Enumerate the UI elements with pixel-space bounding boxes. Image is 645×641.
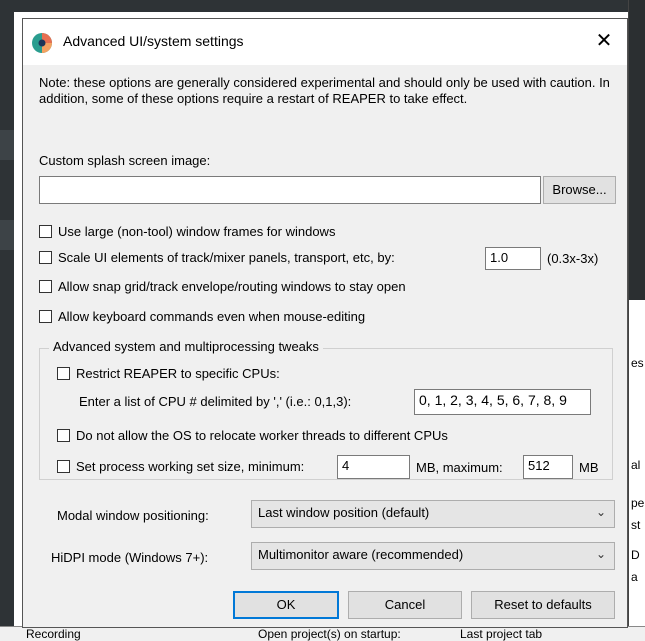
checkbox[interactable] <box>57 429 70 443</box>
option-label: Allow snap grid/track envelope/routing w… <box>58 279 406 295</box>
hidpi-value: Multimonitor aware (recommended) <box>258 547 464 562</box>
modal-position-select[interactable]: Last window position (default) ⌄ <box>251 500 615 528</box>
option-working-set[interactable]: Set process working set size, minimum: <box>57 458 304 476</box>
modal-position-label: Modal window positioning: <box>57 508 209 523</box>
option-scale-ui[interactable]: Scale UI elements of track/mixer panels,… <box>39 249 395 267</box>
bg-text-fragment: Open project(s) on startup: <box>258 627 401 641</box>
dialog-title: Advanced UI/system settings <box>63 33 244 49</box>
option-restrict-cpus[interactable]: Restrict REAPER to specific CPUs: <box>57 365 280 383</box>
bg-text-fragment: al <box>631 458 641 472</box>
checkbox[interactable] <box>39 280 52 294</box>
cpu-list-input[interactable]: 0, 1, 2, 3, 4, 5, 6, 7, 8, 9 <box>414 389 591 415</box>
close-icon[interactable]: ✕ <box>591 29 617 53</box>
browse-button[interactable]: Browse... <box>543 176 616 204</box>
reset-defaults-button[interactable]: Reset to defaults <box>471 591 615 619</box>
title-bar[interactable]: Advanced UI/system settings ✕ <box>23 19 627 65</box>
scale-value-input[interactable]: 1.0 <box>485 247 541 270</box>
bg-text-fragment: Last project tab <box>460 627 543 641</box>
bg-text-fragment: pe <box>631 496 645 510</box>
working-set-max-input[interactable]: 512 <box>523 455 573 479</box>
option-label: Restrict REAPER to specific CPUs: <box>76 366 280 382</box>
option-no-relocate-threads[interactable]: Do not allow the OS to relocate worker t… <box>57 427 448 445</box>
chevron-down-icon: ⌄ <box>595 505 606 519</box>
checkbox[interactable] <box>57 460 70 474</box>
mb-label: MB <box>579 460 599 475</box>
splash-label: Custom splash screen image: <box>39 153 211 168</box>
note-text: Note: these options are generally consid… <box>39 75 610 106</box>
background-app-left <box>0 0 14 640</box>
advanced-tweaks-title: Advanced system and multiprocessing twea… <box>49 339 323 354</box>
checkbox[interactable] <box>39 310 52 324</box>
cancel-button[interactable]: Cancel <box>348 591 462 619</box>
scale-range-label: (0.3x-3x) <box>547 251 599 266</box>
checkbox[interactable] <box>39 225 52 239</box>
ok-button[interactable]: OK <box>233 591 339 619</box>
option-label: Scale UI elements of track/mixer panels,… <box>58 250 395 266</box>
reaper-app-icon <box>32 33 52 53</box>
hidpi-label: HiDPI mode (Windows 7+): <box>51 550 209 565</box>
option-label: Use large (non-tool) window frames for w… <box>58 224 336 240</box>
checkbox[interactable] <box>39 251 52 265</box>
bg-text-fragment: st <box>631 518 641 532</box>
chevron-down-icon: ⌄ <box>595 547 606 561</box>
option-label: Do not allow the OS to relocate worker t… <box>76 428 448 444</box>
bg-text-fragment: a <box>631 570 638 584</box>
working-set-min-input[interactable]: 4 <box>337 455 410 479</box>
splash-image-input[interactable] <box>39 176 541 204</box>
background-app-right: es al pe st D a <box>628 0 645 640</box>
option-snap-windows[interactable]: Allow snap grid/track envelope/routing w… <box>39 278 406 296</box>
option-label: Set process working set size, minimum: <box>76 459 305 475</box>
bg-text-fragment: es <box>631 356 644 370</box>
modal-position-value: Last window position (default) <box>258 505 430 520</box>
option-label: Allow keyboard commands even when mouse-… <box>58 309 366 325</box>
background-app-bottom: Recording Open project(s) on startup: La… <box>0 626 645 641</box>
hidpi-select[interactable]: Multimonitor aware (recommended) ⌄ <box>251 542 615 570</box>
option-large-frames[interactable]: Use large (non-tool) window frames for w… <box>39 223 335 241</box>
mb-maximum-label: MB, maximum: <box>416 460 503 475</box>
cpu-list-label: Enter a list of CPU # delimited by ',' (… <box>79 394 352 409</box>
advanced-settings-dialog: Advanced UI/system settings ✕ Note: thes… <box>22 18 628 628</box>
bg-text-fragment: D <box>631 548 640 562</box>
bg-text-fragment: Recording <box>26 627 81 641</box>
checkbox[interactable] <box>57 367 70 381</box>
option-keyboard-commands[interactable]: Allow keyboard commands even when mouse-… <box>39 308 365 326</box>
background-app-top <box>0 0 645 12</box>
